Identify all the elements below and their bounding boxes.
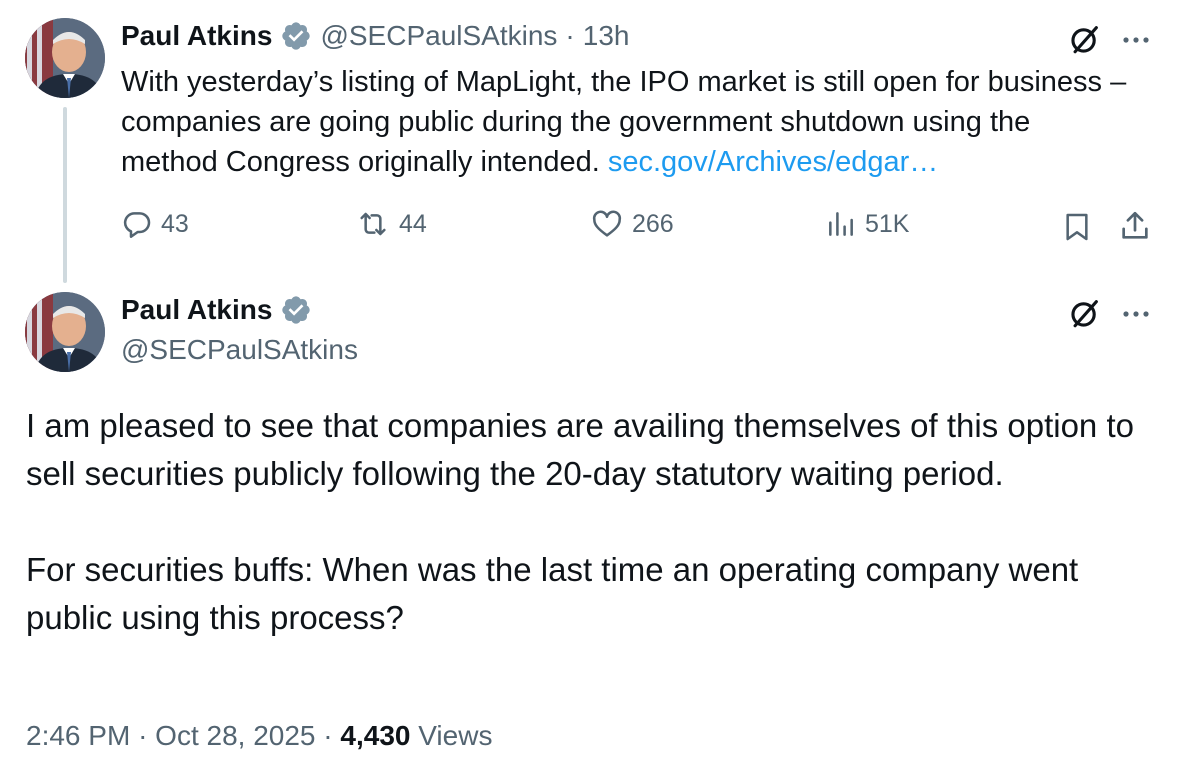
views-icon [829,212,853,236]
more-icon[interactable] [1118,28,1154,52]
views-label: Views [418,720,493,751]
grok-icon[interactable] [1068,22,1102,56]
reply-button[interactable]: 43 [121,208,189,240]
reply-icon [123,212,151,238]
verified-badge-icon [282,296,311,324]
avatar[interactable] [25,18,105,98]
timestamp[interactable]: 13h [583,20,630,52]
parent-tweet-text: With yesterday’s listing of MapLight, th… [121,62,1131,182]
avatar-photo [25,292,105,372]
tweet-link[interactable]: sec.gov/Archives/edgar… [608,146,938,178]
repost-icon [360,212,386,236]
bookmark-icon[interactable] [1062,211,1092,243]
avatar-photo [25,18,105,98]
author-name[interactable]: Paul Atkins [121,294,272,326]
parent-tweet-header: Paul Atkins @SECPaulSAtkins · 13h [121,20,629,52]
like-button[interactable]: 266 [590,208,674,240]
author-handle[interactable]: @SECPaulSAtkins [121,334,358,366]
thread-line [63,107,67,283]
like-icon [592,210,622,237]
verified-badge-icon [282,22,311,50]
more-icon[interactable] [1118,302,1154,326]
views-button[interactable]: 51K [825,208,909,240]
reply-count: 43 [161,209,189,238]
separator-dot: · [323,720,333,751]
tweet-time[interactable]: 2:46 PM [26,720,130,751]
author-handle[interactable]: @SECPaulSAtkins [320,20,557,52]
separator-dot: · [565,20,575,51]
tweet-date[interactable]: Oct 28, 2025 [155,720,315,751]
avatar[interactable] [25,292,105,372]
main-tweet-name-row: Paul Atkins [121,294,312,326]
tweet-paragraph: For securities buffs: When was the last … [26,551,1079,636]
main-tweet-text: I am pleased to see that companies are a… [26,402,1166,642]
view-count: 4,430 [340,720,411,751]
author-name[interactable]: Paul Atkins [121,20,272,52]
share-icon[interactable] [1118,209,1152,243]
repost-count: 44 [399,209,427,238]
like-count: 266 [632,209,674,238]
tweet-metadata: 2:46 PM · Oct 28, 2025 · 4,430 Views [26,720,492,752]
views-count: 51K [865,209,910,238]
grok-icon[interactable] [1068,296,1102,330]
separator-dot: · [138,720,148,751]
repost-button[interactable]: 44 [355,208,427,240]
tweet-paragraph: I am pleased to see that companies are a… [26,407,1134,492]
